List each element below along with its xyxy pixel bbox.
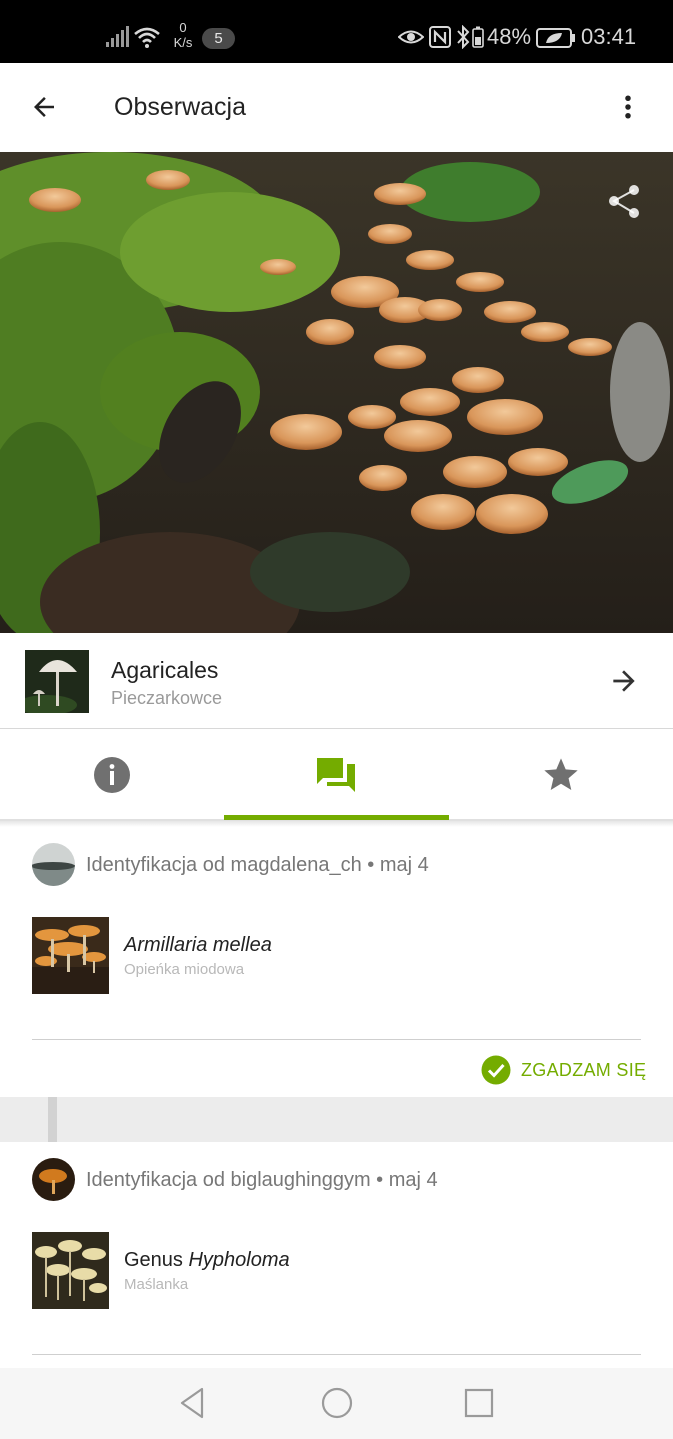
identification-card: Identyfikacja od magdalena_ch • maj 4 Ar… [0, 827, 673, 1097]
taxon-thumbnail [32, 1232, 109, 1309]
activity-separator [0, 1097, 673, 1142]
status-bar: 0 K/s 5 48% 03:41 [0, 0, 673, 63]
chat-icon [317, 758, 355, 792]
bluetooth-icon [457, 25, 470, 49]
notification-badge: 5 [202, 28, 235, 49]
taxon-thumbnail [32, 917, 109, 994]
tab-info[interactable] [0, 729, 224, 821]
identification-taxon[interactable]: Genus Hypholoma Maślanka [32, 1232, 632, 1312]
nav-home-icon[interactable] [320, 1386, 354, 1420]
taxon-thumbnail [25, 650, 89, 713]
nav-back-icon[interactable] [176, 1386, 210, 1420]
taxon-prefix: Genus [124, 1249, 189, 1271]
clock: 03:41 [581, 24, 637, 49]
system-nav-bar [0, 1368, 673, 1439]
wifi-icon [134, 27, 160, 48]
identification-taxon[interactable]: Armillaria mellea Opieńka miodowa [32, 917, 632, 997]
avatar[interactable] [32, 843, 75, 886]
arrow-back-icon [34, 97, 54, 117]
agree-button[interactable]: ZGADZAM SIĘ [481, 1054, 646, 1086]
identification-author: Identyfikacja od magdalena_ch • maj 4 [86, 854, 429, 876]
page-title: Obserwacja [114, 93, 246, 121]
timeline-line [48, 1097, 57, 1142]
taxon-common-name: Maślanka [124, 1276, 189, 1293]
agree-label: ZGADZAM SIĘ [521, 1059, 647, 1080]
taxon-open-button[interactable] [602, 659, 646, 703]
eye-comfort-icon [398, 30, 424, 44]
avatar[interactable] [32, 1158, 75, 1201]
battery-saver-icon [536, 28, 575, 48]
overflow-menu-button[interactable] [606, 85, 650, 129]
back-button[interactable] [22, 85, 66, 129]
identification-author: Identyfikacja od biglaughinggym • maj 4 [86, 1169, 438, 1191]
identification-card: Identyfikacja od biglaughinggym • maj 4 [0, 1142, 673, 1368]
network-speed-value: 0 [179, 20, 187, 35]
identification-header: Identyfikacja od biglaughinggym • maj 4 [32, 1158, 652, 1202]
check-circle-icon [481, 1055, 511, 1085]
tab-bar [0, 729, 673, 821]
taxon-common-name: Opieńka miodowa [124, 961, 245, 978]
network-speed-unit: K/s [173, 35, 193, 50]
tab-favorites[interactable] [449, 729, 673, 821]
divider [32, 1354, 641, 1355]
taxon-row[interactable]: Agaricales Pieczarkowce [0, 633, 673, 729]
battery-percentage: 48% [487, 24, 532, 49]
battery-icon [472, 26, 484, 48]
taxon-italic-name: Hypholoma [188, 1249, 290, 1271]
nfc-icon [429, 26, 451, 48]
taxon-italic-name: Armillaria mellea [124, 934, 272, 956]
taxon-common-name: Pieczarkowce [111, 688, 223, 708]
arrow-forward-icon [613, 670, 635, 692]
taxon-name: Agaricales [111, 657, 219, 683]
app-bar: Obserwacja [0, 63, 673, 152]
signal-icon [106, 26, 129, 47]
info-icon [94, 757, 130, 793]
network-speed: 0 K/s [168, 20, 198, 50]
tab-activity[interactable] [224, 729, 448, 821]
nav-recents-icon[interactable] [462, 1386, 496, 1420]
active-tab-indicator [224, 815, 449, 820]
identification-header: Identyfikacja od magdalena_ch • maj 4 [32, 843, 652, 887]
more-vert-icon [625, 95, 631, 119]
mushroom-photo-image [0, 152, 673, 633]
taxon-scientific-name: Genus Hypholoma [124, 1249, 290, 1272]
star-icon [544, 758, 578, 790]
divider [32, 1039, 641, 1040]
observation-photo[interactable] [0, 152, 673, 633]
taxon-scientific-name: Armillaria mellea [124, 934, 272, 957]
